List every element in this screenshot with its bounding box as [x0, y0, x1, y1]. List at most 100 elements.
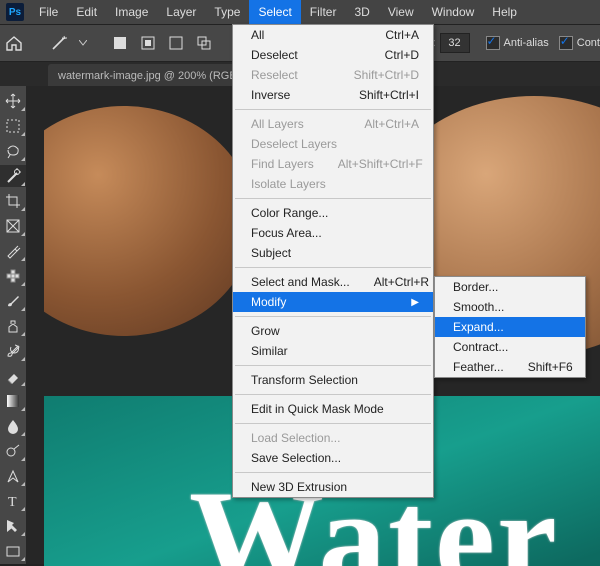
tool-dodge[interactable] — [0, 440, 26, 462]
tolerance-input[interactable] — [440, 33, 470, 53]
menu-item-label: All — [251, 28, 264, 42]
menubar: Ps FileEditImageLayerTypeSelectFilter3DV… — [0, 0, 600, 25]
layer-add-icon[interactable] — [138, 33, 158, 53]
tool-quick-select[interactable] — [0, 165, 26, 187]
menu-item-label: Expand... — [453, 320, 504, 334]
menu-item-label: Deselect Layers — [251, 137, 337, 151]
menu-item-shortcut: Alt+Ctrl+R — [350, 275, 429, 289]
tool-gradient[interactable] — [0, 390, 26, 412]
layer-int-icon[interactable] — [194, 33, 214, 53]
select-menu-item-all[interactable]: All Ctrl+A — [233, 25, 433, 45]
modify-menu-item-feather[interactable]: Feather...Shift+F6 — [435, 357, 585, 377]
select-menu-item-inverse[interactable]: Inverse Shift+Ctrl+I — [233, 85, 433, 105]
modify-menu-item-smooth[interactable]: Smooth... — [435, 297, 585, 317]
menu-edit[interactable]: Edit — [67, 0, 106, 24]
menu-item-label: Transform Selection — [251, 373, 358, 387]
tool-history-brush[interactable] — [0, 340, 26, 362]
modify-submenu: Border... Smooth... Expand... Contract... Fe… — [434, 276, 586, 378]
menu-item-label: Reselect — [251, 68, 298, 82]
modify-menu-item-contract[interactable]: Contract... — [435, 337, 585, 357]
menu-layer[interactable]: Layer — [157, 0, 205, 24]
select-menu-item-modify[interactable]: Modify▶ — [233, 292, 433, 312]
menu-item-shortcut: Ctrl+D — [361, 48, 419, 62]
select-menu-item-select-and-mask[interactable]: Select and Mask...Alt+Ctrl+R — [233, 272, 433, 292]
menu-item-label: New 3D Extrusion — [251, 480, 347, 494]
menu-item-label: Subject — [251, 246, 291, 260]
tool-type[interactable]: T — [0, 490, 26, 512]
tool-healing[interactable] — [0, 265, 26, 287]
checkbox-icon — [559, 36, 573, 50]
menu-item-shortcut: Shift+Ctrl+I — [335, 88, 419, 102]
select-menu-item-save-selection[interactable]: Save Selection... — [233, 448, 433, 468]
menu-select[interactable]: Select — [249, 0, 300, 24]
menu-item-shortcut: Shift+Ctrl+D — [330, 68, 419, 82]
select-menu-item-focus-area[interactable]: Focus Area... — [233, 223, 433, 243]
tool-frame[interactable] — [0, 215, 26, 237]
select-menu-item-find-layers: Find LayersAlt+Shift+Ctrl+F — [233, 154, 433, 174]
menu-file[interactable]: File — [30, 0, 67, 24]
menu-item-label: Inverse — [251, 88, 290, 102]
select-menu-item-similar[interactable]: Similar — [233, 341, 433, 361]
select-menu-item-reselect: Reselect Shift+Ctrl+D — [233, 65, 433, 85]
select-menu: All Ctrl+A Deselect Ctrl+D Reselect Shift+Ctr… — [232, 24, 434, 498]
tool-crop[interactable] — [0, 190, 26, 212]
menu-item-shortcut: Ctrl+A — [361, 28, 419, 42]
contiguous-check[interactable]: Cont — [559, 36, 600, 50]
anti-alias-check[interactable]: Anti-alias — [486, 36, 549, 50]
tool-path[interactable] — [0, 515, 26, 537]
select-menu-item-all-layers: All LayersAlt+Ctrl+A — [233, 114, 433, 134]
select-menu-item-color-range[interactable]: Color Range... — [233, 203, 433, 223]
menu-item-label: Border... — [453, 280, 498, 294]
layer-new-icon[interactable] — [110, 33, 130, 53]
menu-view[interactable]: View — [379, 0, 423, 24]
select-menu-item-deselect[interactable]: Deselect Ctrl+D — [233, 45, 433, 65]
layer-sub-icon[interactable] — [166, 33, 186, 53]
home-icon[interactable] — [4, 33, 24, 53]
menu-filter[interactable]: Filter — [301, 0, 346, 24]
menu-item-shortcut: Alt+Shift+Ctrl+F — [314, 157, 423, 171]
menu-item-label: Feather... — [453, 360, 504, 374]
tool-lasso[interactable] — [0, 140, 26, 162]
select-menu-item-isolate-layers: Isolate Layers — [233, 174, 433, 194]
toolbox: T — [0, 86, 26, 564]
select-menu-item-subject[interactable]: Subject — [233, 243, 433, 263]
select-menu-item-load-selection: Load Selection... — [233, 428, 433, 448]
menu-item-label: Save Selection... — [251, 451, 341, 465]
tool-eyedropper[interactable] — [0, 240, 26, 262]
select-menu-item-grow[interactable]: Grow — [233, 321, 433, 341]
menu-item-shortcut: Alt+Ctrl+A — [340, 117, 419, 131]
select-menu-item-transform-selection[interactable]: Transform Selection — [233, 370, 433, 390]
menu-item-label: Smooth... — [453, 300, 504, 314]
menu-item-shortcut: Shift+F6 — [504, 360, 573, 374]
menu-item-label: Deselect — [251, 48, 298, 62]
menu-type[interactable]: Type — [205, 0, 249, 24]
tool-marquee[interactable] — [0, 115, 26, 137]
select-menu-item-edit-in-quick-mask-mode[interactable]: Edit in Quick Mask Mode — [233, 399, 433, 419]
checkbox-icon — [486, 36, 500, 50]
tool-rectangle[interactable] — [0, 540, 26, 562]
tool-clone[interactable] — [0, 315, 26, 337]
tool-eraser[interactable] — [0, 365, 26, 387]
modify-menu-item-expand[interactable]: Expand... — [435, 317, 585, 337]
menu-item-label: Contract... — [453, 340, 508, 354]
menu-item-label: Load Selection... — [251, 431, 340, 445]
tool-move[interactable] — [0, 90, 26, 112]
menu-item-label: Edit in Quick Mask Mode — [251, 402, 384, 416]
menu-item-label: Color Range... — [251, 206, 328, 220]
tool-blur[interactable] — [0, 415, 26, 437]
menu-item-label: Find Layers — [251, 157, 314, 171]
select-menu-item-new-3d-extrusion[interactable]: New 3D Extrusion — [233, 477, 433, 497]
menu-3d[interactable]: 3D — [345, 0, 378, 24]
chevron-down-icon[interactable] — [78, 33, 88, 53]
menu-item-label: Isolate Layers — [251, 177, 326, 191]
tool-pen[interactable] — [0, 465, 26, 487]
tool-brush[interactable] — [0, 290, 26, 312]
menu-help[interactable]: Help — [483, 0, 526, 24]
menu-image[interactable]: Image — [106, 0, 157, 24]
menu-item-label: Grow — [251, 324, 280, 338]
document-tab-label: watermark-image.jpg @ 200% (RGB... — [58, 70, 246, 82]
wand-icon[interactable] — [50, 33, 70, 53]
menu-window[interactable]: Window — [423, 0, 484, 24]
modify-menu-item-border[interactable]: Border... — [435, 277, 585, 297]
select-menu-item-deselect-layers: Deselect Layers — [233, 134, 433, 154]
